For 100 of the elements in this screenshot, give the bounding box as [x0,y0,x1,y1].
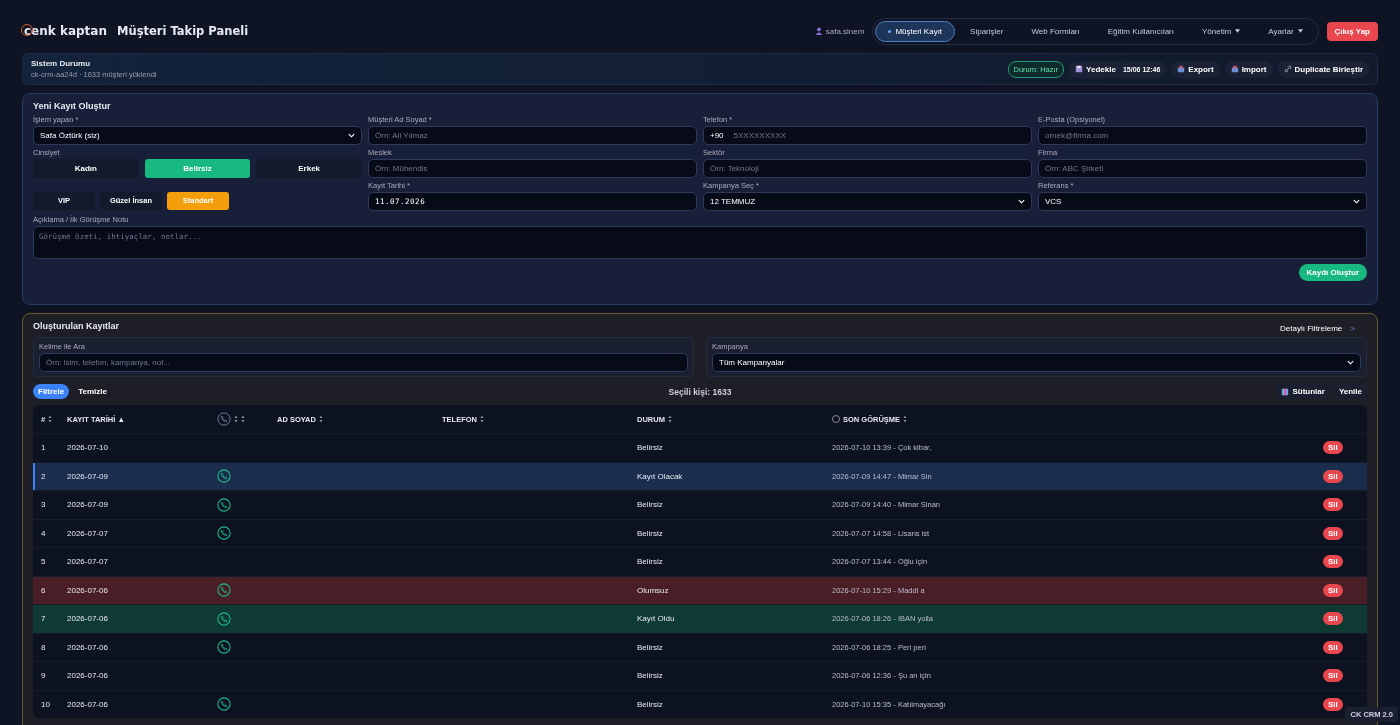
delete-button[interactable]: Sil [1323,469,1343,483]
sort-icon[interactable] [667,415,672,423]
import-button[interactable]: Import [1224,60,1273,78]
table-cell-text: 1 [40,443,47,453]
table-cell-text: Belirsiz [636,500,664,510]
nav-tab[interactable]: Ayarlar [1255,20,1316,42]
table-cell-text: 2026-07-06 [66,671,109,681]
panel-title: Sistem Durumu [31,59,92,68]
table-cell-text: Belirsiz [636,557,664,567]
phone-input[interactable]: 5XXXXXXXXX [733,131,1025,140]
card-title: Oluşturulan Kayıtlar [33,321,120,331]
sort-icon[interactable] [234,415,238,423]
delete-button[interactable]: Sil [1323,583,1343,597]
phone-icon[interactable] [217,611,231,626]
table-cell-text: 6 [40,585,47,595]
company-input[interactable]: Örn: ABC Şirketi [1038,159,1367,178]
table-cell-text: Olumsuz [636,585,670,595]
tray-icon [1177,65,1186,73]
app-title: Müşteri Takip Paneli [117,24,249,38]
nav-tab[interactable]: Web Formları [1018,20,1093,42]
table-cell-text: Kayıt Olacak [636,471,684,481]
operator-select[interactable]: Safa Öztürk (siz) [33,126,362,145]
email-input[interactable]: ornek@firma.com [1038,126,1367,145]
delete-button[interactable]: Sil [1323,555,1343,569]
sort-icon[interactable] [318,415,323,423]
logout-button[interactable]: Çıkış Yap [1326,21,1378,41]
sector-input[interactable]: Örn: Teknoloji [703,159,1032,178]
filter-button[interactable]: Filtrele [33,384,70,399]
nav-tab[interactable]: Yönetim [1189,20,1254,42]
columns-button[interactable]: Sütunlar [1276,384,1330,399]
phone-icon[interactable] [217,497,231,512]
delete-button[interactable]: Sil [1323,669,1343,683]
refresh-button[interactable]: Yenile [1333,384,1367,399]
chevron-icon [348,133,355,138]
table-cell-text: 2026-07-07 [66,557,109,567]
sort-icon[interactable] [48,415,53,423]
table-cell-text: 2026-07-06 [66,699,109,709]
chevron-icon [1347,360,1354,365]
table-cell-text: 2026-07-09 [66,471,109,481]
delete-button[interactable]: Sil [1323,526,1343,540]
table-cell-text: 7 [40,614,47,624]
delete-button[interactable]: Sil [1323,441,1343,455]
search-input[interactable]: Örn: isim, telefon, kampanya, not... [39,353,688,372]
link-icon [1283,65,1292,73]
phone-icon[interactable] [217,640,231,655]
reference-select[interactable]: VCS [1038,192,1367,211]
campaign-select[interactable]: 12 TEMMUZ [703,192,1032,211]
gender-option[interactable]: Erkek [256,159,362,178]
nav-tab[interactable]: Müşteri Kayıt [875,20,956,42]
tray-icon [1230,65,1239,73]
phone-field[interactable]: +90 5XXXXXXXXX [703,126,1032,145]
table-cell-text: 4 [40,528,47,538]
table-cell-text: 9 [40,671,47,681]
detail-filter-link[interactable]: Detaylı Filtreleme > [1280,323,1355,333]
phone-icon[interactable] [217,526,231,541]
table-cell-text: Belirsiz [636,671,664,681]
table-cell-text: Belirsiz [636,528,664,538]
nav-tab[interactable]: Eğitim Kullanıcıları [1094,20,1187,42]
name-input[interactable]: Örn: Ali Yılmaz [368,126,697,145]
table-cell-text: Belirsiz [636,699,664,709]
table-cell-text: 2026-07-06 [66,614,109,624]
country-code: +90 [710,131,724,140]
phone-icon[interactable] [217,469,231,484]
chevron-icon [1353,199,1360,204]
card-title: Yeni Kayıt Oluştur [33,101,112,111]
columns-icon [1281,387,1290,396]
delete-button[interactable]: Sil [1323,697,1343,711]
table-cell-text: 5 [40,557,47,567]
table-cell-text: 2026-07-06 [66,585,109,595]
delete-button[interactable]: Sil [1323,640,1343,654]
table-cell-text: 8 [40,642,47,652]
phone-icon [217,412,231,426]
table-cell-text: 3 [40,500,47,510]
table-cell-text: 2026-07-10 [66,443,109,453]
job-input[interactable]: Örn: Mühendis [368,159,697,178]
table-cell-text: Belirsiz [636,642,664,652]
sort-icon[interactable] [480,415,484,423]
phone-icon[interactable] [217,583,231,598]
chevron-icon [1018,199,1025,204]
table-cell-text: Kayıt Oldu [636,614,676,624]
sort-icon[interactable] [241,415,245,423]
user-name: safa.sinem [814,26,865,36]
sort-icon[interactable] [903,415,908,423]
selected-count: Seçili kişi: 1633 [668,386,732,397]
user-icon [814,27,823,35]
table-cell-text: 2 [40,471,47,481]
gender-option[interactable]: Kadın [33,159,139,178]
phone-icon[interactable] [217,697,231,712]
table-cell-text: 10 [40,699,51,709]
export-button[interactable]: Export [1171,60,1220,78]
nav-tab[interactable]: Siparişler [957,20,1017,42]
table-cell-text: Belirsiz [636,443,664,453]
table-cell-text: 2026-07-09 [66,500,109,510]
delete-button[interactable]: Sil [1323,612,1343,626]
clear-button[interactable]: Temizle [73,384,112,399]
delete-button[interactable]: Sil [1323,498,1343,512]
campaign-filter-select[interactable]: Tüm Kampanyalar [712,353,1361,372]
table-cell-text: 2026-07-06 [66,642,109,652]
link-button[interactable]: Duplicate Birleştir [1277,60,1369,78]
brand-logo: cenk kaptan [22,24,107,38]
